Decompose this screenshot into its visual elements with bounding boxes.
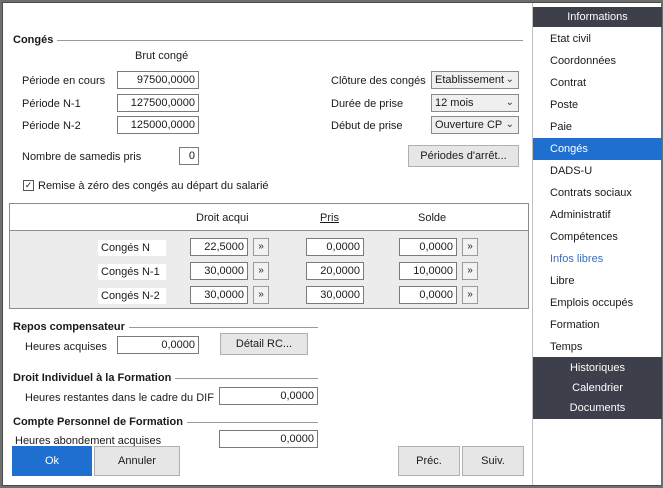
sidebar-item-conges[interactable]: Congés: [533, 138, 662, 160]
grid-solde-field[interactable]: 0,0000: [399, 238, 457, 256]
conges-section-title: Congés: [13, 34, 58, 46]
main-panel: Congés Brut congé Période en cours 97500…: [3, 3, 531, 485]
sidebar: Informations Etat civil Coordonnées Cont…: [532, 3, 662, 485]
sidebar-item-administratif[interactable]: Administratif: [533, 204, 662, 226]
duree-select[interactable]: 12 mois ⌄: [431, 94, 519, 112]
cpf-section-title: Compte Personnel de Formation: [13, 416, 187, 428]
grid-droit-field[interactable]: 22,5000: [190, 238, 248, 256]
sidebar-sub-calendrier[interactable]: Calendrier: [533, 378, 662, 398]
sidebar-item-paie[interactable]: Paie: [533, 116, 662, 138]
sidebar-sub-documents[interactable]: Documents: [533, 398, 662, 418]
detail-rc-button[interactable]: Détail RC...: [220, 333, 308, 355]
grid-droit-field[interactable]: 30,0000: [190, 286, 248, 304]
periode-n1-field[interactable]: 127500,0000: [117, 94, 199, 112]
cloture-select-value: Etablissement: [435, 74, 505, 86]
prec-button[interactable]: Préc.: [398, 446, 460, 476]
conges-grid: Droit acqui Pris Solde Congés N 22,5000 …: [9, 203, 529, 309]
sidebar-item-poste[interactable]: Poste: [533, 94, 662, 116]
debut-select-value: Ouverture CP: [435, 119, 503, 131]
periode-n1-label: Période N-1: [22, 98, 81, 110]
dif-section-title: Droit Individuel à la Formation: [13, 372, 176, 384]
periodes-arret-button[interactable]: Périodes d'arrêt...: [408, 145, 519, 167]
sidebar-item-dads-u[interactable]: DADS-U: [533, 160, 662, 182]
grid-arrow-button[interactable]: »: [462, 262, 478, 280]
ok-button[interactable]: Ok: [12, 446, 92, 476]
sidebar-item-libre[interactable]: Libre: [533, 270, 662, 292]
sidebar-item-contrats-sociaux[interactable]: Contrats sociaux: [533, 182, 662, 204]
cloture-label: Clôture des congés: [331, 75, 426, 87]
sidebar-item-emplois-occupes[interactable]: Emplois occupés: [533, 292, 662, 314]
grid-arrow-button[interactable]: »: [462, 238, 478, 256]
grid-arrow-button[interactable]: »: [253, 262, 269, 280]
brut-conge-header: Brut congé: [135, 50, 189, 62]
sidebar-sub-historiques[interactable]: Historiques: [533, 358, 662, 378]
cloture-select[interactable]: Etablissement ⌄: [431, 71, 519, 89]
grid-row-label: Congés N-2: [98, 288, 166, 304]
remise-checkbox[interactable]: ✓: [23, 180, 34, 191]
chevron-down-icon: ⌄: [505, 97, 514, 108]
grid-pris-field[interactable]: 30,0000: [306, 286, 364, 304]
repos-section-title: Repos compensateur: [13, 321, 129, 333]
grid-pris-field[interactable]: 20,0000: [306, 262, 364, 280]
repos-heures-label: Heures acquises: [25, 341, 107, 353]
sidebar-item-infos-libres[interactable]: Infos libres: [533, 248, 662, 270]
grid-pris-field[interactable]: 0,0000: [306, 238, 364, 256]
grid-arrow-button[interactable]: »: [462, 286, 478, 304]
sidebar-item-competences[interactable]: Compétences: [533, 226, 662, 248]
samedis-label: Nombre de samedis pris: [22, 151, 142, 163]
conges-divider: [13, 40, 523, 41]
suiv-button[interactable]: Suiv.: [462, 446, 524, 476]
grid-body: Congés N 22,5000 » 0,0000 0,0000 » Congé…: [10, 230, 528, 308]
remise-checkbox-label: Remise à zéro des congés au départ du sa…: [38, 180, 269, 192]
grid-header-droit-acquis: Droit acqui: [196, 212, 249, 224]
periode-n2-field[interactable]: 125000,0000: [117, 116, 199, 134]
chevron-down-icon: ⌄: [505, 74, 514, 85]
chevron-down-icon: ⌄: [505, 119, 514, 130]
annuler-button[interactable]: Annuler: [94, 446, 180, 476]
debut-label: Début de prise: [331, 120, 403, 132]
dif-heures-field[interactable]: 0,0000: [219, 387, 318, 405]
cpf-heures-field[interactable]: 0,0000: [219, 430, 318, 448]
grid-header-pris: Pris: [320, 212, 339, 224]
sidebar-item-temps[interactable]: Temps: [533, 336, 662, 358]
periode-en-cours-field[interactable]: 97500,0000: [117, 71, 199, 89]
grid-solde-field[interactable]: 10,0000: [399, 262, 457, 280]
periode-en-cours-label: Période en cours: [22, 75, 106, 87]
sidebar-header: Informations: [533, 7, 662, 27]
sidebar-item-coordonnees[interactable]: Coordonnées: [533, 50, 662, 72]
duree-select-value: 12 mois: [435, 97, 474, 109]
grid-row-label: Congés N: [98, 240, 166, 256]
sidebar-subsection: Historiques Calendrier Documents: [533, 357, 662, 419]
grid-arrow-button[interactable]: »: [253, 238, 269, 256]
sidebar-item-etat-civil[interactable]: Etat civil: [533, 28, 662, 50]
grid-arrow-button[interactable]: »: [253, 286, 269, 304]
sidebar-item-formation[interactable]: Formation: [533, 314, 662, 336]
periode-n2-label: Période N-2: [22, 120, 81, 132]
grid-header-solde: Solde: [418, 212, 447, 224]
grid-droit-field[interactable]: 30,0000: [190, 262, 248, 280]
samedis-field[interactable]: 0: [179, 147, 199, 165]
duree-label: Durée de prise: [331, 98, 404, 110]
employee-dialog: Congés Brut congé Période en cours 97500…: [2, 2, 662, 486]
debut-select[interactable]: Ouverture CP ⌄: [431, 116, 519, 134]
dif-heures-label: Heures restantes dans le cadre du DIF: [25, 392, 214, 404]
sidebar-item-contrat[interactable]: Contrat: [533, 72, 662, 94]
repos-heures-field[interactable]: 0,0000: [117, 336, 199, 354]
grid-solde-field[interactable]: 0,0000: [399, 286, 457, 304]
grid-row-label: Congés N-1: [98, 264, 166, 280]
